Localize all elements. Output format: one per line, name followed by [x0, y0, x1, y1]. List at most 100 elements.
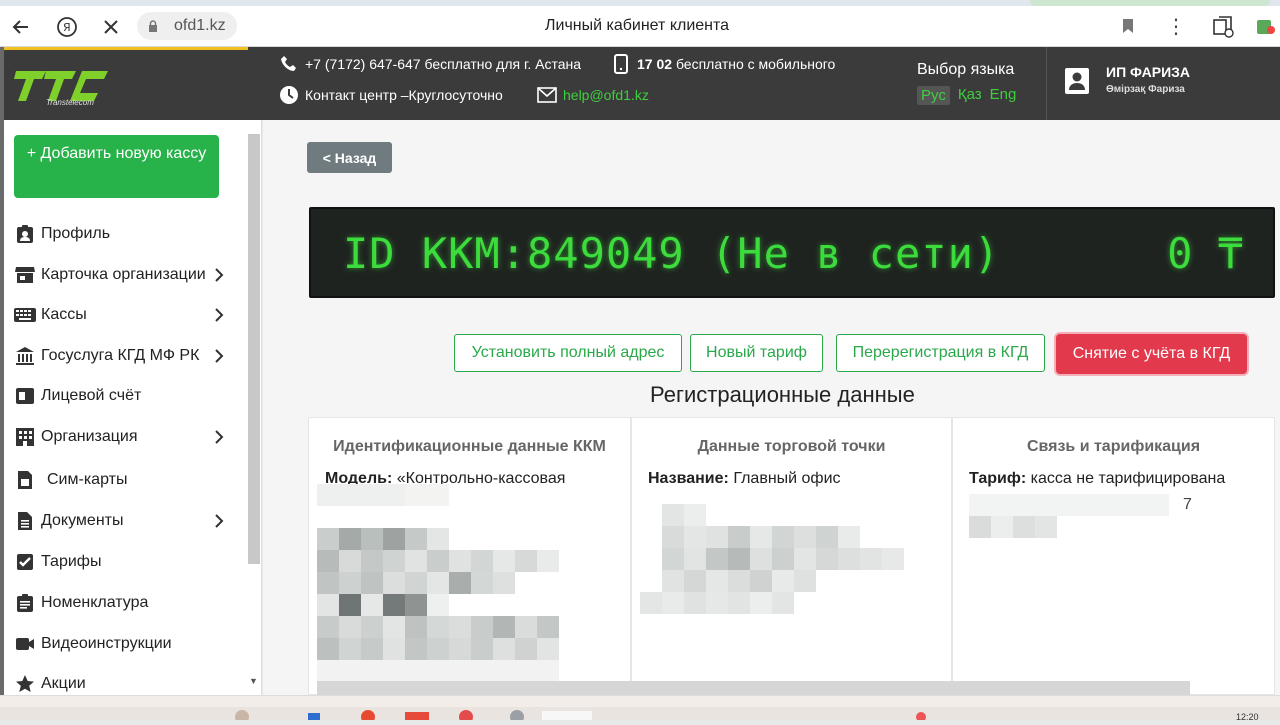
- email-link[interactable]: help@ofd1.kz: [563, 87, 649, 103]
- sidebar-item-documents[interactable]: Документы: [14, 506, 224, 536]
- address-url[interactable]: ofd1.kz: [174, 17, 226, 35]
- stop-loading-icon[interactable]: [98, 14, 124, 40]
- star-icon: [14, 674, 36, 694]
- sidebar-item-label: Профиль: [41, 225, 111, 242]
- sidebar-item-gov-service[interactable]: Госуслуга КГД МФ РК: [14, 341, 224, 371]
- browser-toolbar: Я ofd1.kz Личный кабинет клиента ⋮: [0, 6, 1280, 47]
- mobile-phone-icon: [611, 54, 631, 74]
- chevron-right-icon: [215, 430, 224, 444]
- chevron-right-icon: [215, 268, 224, 282]
- system-clock: 12:20: [1236, 712, 1259, 722]
- bank-icon: [14, 346, 36, 366]
- reregistration-button[interactable]: Перерегистрация в КГД: [836, 334, 1045, 372]
- taskbar-app-icons[interactable]: [0, 707, 1280, 724]
- scroll-down-arrow-icon[interactable]: ▼: [249, 676, 258, 686]
- sidebar-item-label: Госуслуга КГД МФ РК: [41, 347, 200, 364]
- communication-tariff-card: Связь и тарификация Тариф: касса не тари…: [952, 417, 1275, 695]
- sidebar-item-label: Карточка организации: [41, 266, 206, 283]
- trade-point-card: Данные торговой точки Название: Главный …: [631, 417, 952, 695]
- keyboard-icon: [14, 305, 36, 325]
- main-content: < Назад ID ККМ:849049 (Не в сети) 0 ₸ Ус…: [263, 120, 1280, 695]
- name-line: Название: Главный офис: [648, 470, 841, 488]
- menu-dots-icon[interactable]: ⋮: [1166, 14, 1186, 39]
- mobile-note: бесплатно с мобильного: [675, 56, 836, 72]
- obscured-content: [317, 484, 559, 682]
- kkm-identification-card: Идентификационные данные ККМ Модель: «Ко…: [308, 417, 631, 695]
- lang-en[interactable]: Eng: [990, 86, 1017, 105]
- phone-note: бесплатно для г. Астана: [424, 56, 582, 72]
- clipboard-icon: [14, 593, 36, 613]
- clock-icon: [279, 85, 299, 105]
- lang-ru[interactable]: Рус: [917, 86, 950, 105]
- sidebar-item-org-card[interactable]: Карточка организации: [14, 260, 224, 290]
- sidebar-item-label: Документы: [41, 512, 124, 529]
- sidebar-item-label: Кассы: [41, 306, 87, 323]
- sidebar-item-video[interactable]: Видеоинструкции: [14, 629, 224, 659]
- sidebar-item-label: Организация: [41, 428, 138, 445]
- email-info: help@ofd1.kz: [537, 85, 649, 105]
- set-address-button[interactable]: Установить полный адрес: [454, 334, 682, 372]
- sidebar-item-profile[interactable]: Профиль: [14, 219, 224, 249]
- profile-badge-icon: [14, 224, 36, 244]
- horizontal-scrollbar[interactable]: [317, 681, 1190, 695]
- contact-center-info: Контакт центр –Круглосуточно: [279, 85, 503, 105]
- sidebar-item-label: Акции: [41, 675, 86, 692]
- tariff-label: Тариф:: [969, 470, 1027, 487]
- sidebar-item-label: Лицевой счёт: [41, 387, 142, 404]
- user-name[interactable]: ИП ФАРИЗА: [1106, 64, 1190, 80]
- back-arrow-icon[interactable]: [8, 14, 34, 40]
- card-title: Связь и тарификация: [1026, 438, 1201, 455]
- check-square-icon: [14, 552, 36, 572]
- obscured-content: [969, 494, 1169, 538]
- user-fullname: Өмірзақ Фариза: [1106, 84, 1185, 95]
- mail-icon: [537, 85, 557, 105]
- sidebar-item-nomenclature[interactable]: Номенклатура: [14, 588, 224, 618]
- section-title: Регистрационные данные: [650, 382, 915, 407]
- mobile-info: 17 02 бесплатно с мобильного: [611, 54, 835, 74]
- sidebar-item-sim-cards[interactable]: Сим-карты: [14, 465, 224, 495]
- language-selector: Рус Қаз Eng: [917, 86, 1016, 105]
- deregistration-button[interactable]: Снятие с учёта в КГД: [1056, 334, 1247, 374]
- card-title: Идентификационные данные ККМ: [333, 438, 606, 455]
- user-avatar-icon[interactable]: [1064, 67, 1090, 95]
- sidebar-item-organization[interactable]: Организация: [14, 422, 224, 452]
- sidebar-item-tariffs[interactable]: Тарифы: [14, 547, 224, 577]
- card-title: Данные торговой точки: [697, 438, 886, 455]
- name-value: Главный офис: [733, 470, 841, 487]
- add-cash-register-button[interactable]: + Добавить новую кассу: [14, 135, 219, 198]
- taskbar-apps: [0, 707, 1280, 724]
- sidebar-item-promotions[interactable]: Акции: [14, 669, 224, 695]
- bookmark-icon[interactable]: [1122, 18, 1134, 34]
- sidebar-item-label: Сим-карты: [47, 471, 128, 488]
- chevron-right-icon: [215, 308, 224, 322]
- sidebar-item-cash-registers[interactable]: Кассы: [14, 300, 224, 330]
- register-balance: 0 ₸: [1167, 229, 1243, 278]
- yandex-icon[interactable]: Я: [54, 14, 80, 40]
- new-tariff-button[interactable]: Новый тариф: [690, 334, 823, 372]
- extension-icon[interactable]: [1255, 16, 1277, 38]
- contact-center-text: Контакт центр –Круглосуточно: [305, 87, 503, 103]
- sim-card-icon: [14, 470, 36, 490]
- lock-icon: [149, 20, 157, 32]
- back-button[interactable]: < Назад: [307, 142, 392, 173]
- store-icon: [14, 265, 36, 285]
- video-icon: [14, 634, 36, 654]
- sidebar-scrollbar[interactable]: [248, 134, 260, 564]
- cash-register-display: ID ККМ:849049 (Не в сети) 0 ₸: [309, 207, 1275, 298]
- logo-subtitle: Transtelecom: [46, 98, 94, 107]
- tariff-line: Тариф: касса не тарифицирована: [969, 470, 1225, 488]
- lang-kz[interactable]: Қаз: [958, 86, 982, 105]
- phone-icon: [279, 54, 299, 74]
- language-selector-title: Выбор языка: [917, 61, 1015, 78]
- tariff-value: касса не тарифицирована: [1030, 470, 1226, 487]
- phone-info: +7 (7172) 647-647 бесплатно для г. Астан…: [279, 54, 581, 74]
- collections-icon[interactable]: [1212, 16, 1234, 38]
- svg-text:Я: Я: [63, 21, 71, 34]
- building-icon: [14, 427, 36, 447]
- header-divider: [1046, 47, 1047, 120]
- phone-number[interactable]: +7 (7172) 647-647: [305, 56, 421, 72]
- sidebar: + Добавить новую кассу Профиль Карточка …: [4, 120, 262, 695]
- mobile-number[interactable]: 17 02: [637, 56, 672, 72]
- browser-page-title: Личный кабинет клиента: [545, 17, 730, 34]
- sidebar-item-account[interactable]: Лицевой счёт: [14, 381, 224, 411]
